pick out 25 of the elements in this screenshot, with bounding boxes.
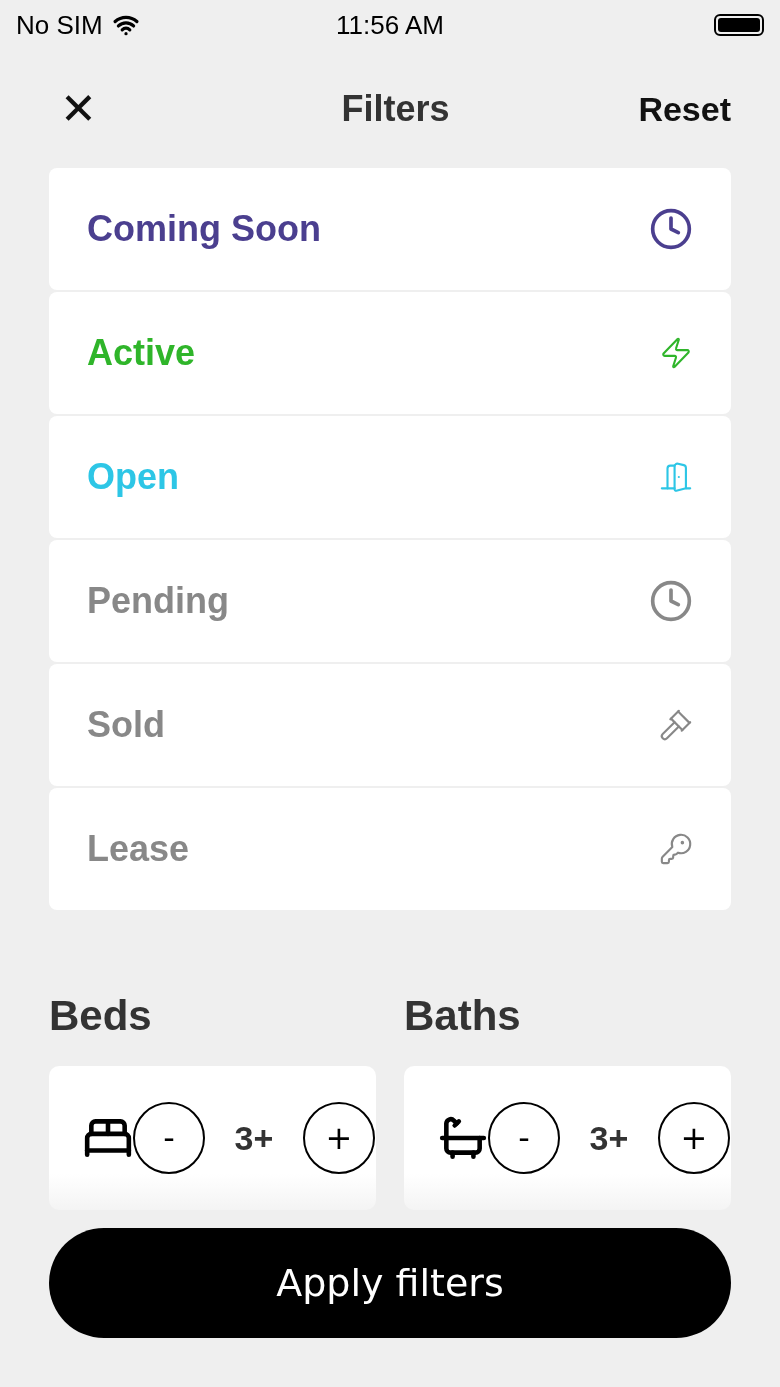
lightning-icon (659, 336, 693, 370)
battery-icon (714, 14, 764, 36)
count-value: 3+ (233, 1118, 275, 1158)
count-value: 3+ (588, 1118, 630, 1158)
increment-button[interactable]: + (303, 1102, 375, 1174)
status-option[interactable]: Pending (49, 540, 731, 662)
clock-time: 11:56 AM (336, 9, 444, 41)
section-heading: Baths (404, 992, 522, 1040)
carrier-name: No SIM (16, 9, 103, 41)
status-option[interactable]: Sold (49, 664, 731, 786)
status-option[interactable]: Coming Soon (49, 168, 731, 290)
decrement-button[interactable]: - (133, 1102, 205, 1174)
door-icon (659, 460, 693, 494)
clock-icon (649, 579, 693, 623)
gavel-icon (659, 708, 693, 742)
clock-icon (649, 207, 693, 251)
screen-title: Filters (341, 88, 450, 130)
status-option[interactable]: Lease (49, 788, 731, 910)
close-button[interactable]: ✕ (60, 87, 97, 131)
apply-filters-button[interactable]: Apply filters (49, 1228, 731, 1338)
section-heading: Beds (49, 992, 153, 1040)
reset-button[interactable]: Reset (638, 89, 731, 129)
increment-button[interactable]: + (658, 1102, 730, 1174)
decrement-button[interactable]: - (488, 1102, 560, 1174)
key-icon (659, 832, 693, 866)
